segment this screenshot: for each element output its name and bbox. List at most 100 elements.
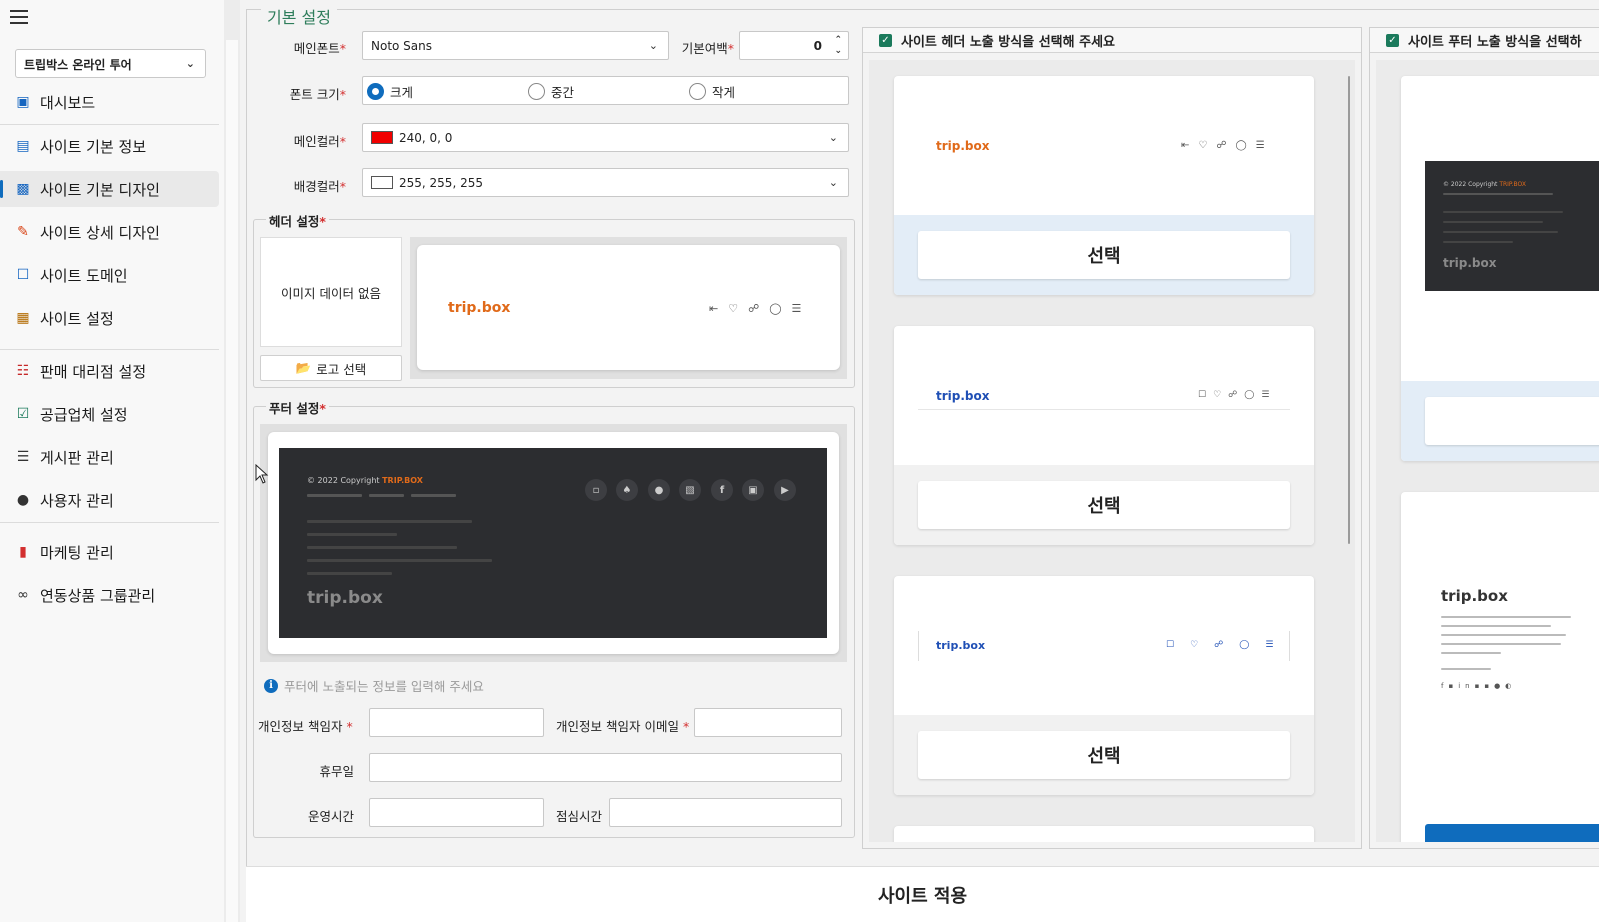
link-icon: ∞ [17, 587, 29, 603]
divider [0, 124, 219, 125]
font-size-radio-group [362, 76, 849, 105]
hamburger-menu-icon[interactable] [10, 10, 28, 24]
footer-option-2[interactable]: trip.box f▪in▪▪●◐ [1401, 492, 1599, 842]
holiday-input[interactable] [369, 753, 842, 782]
talk-icon: ● [648, 479, 670, 501]
radio-label: 작게 [712, 85, 736, 100]
logo-select-button[interactable]: 📂 로고 선택 [260, 355, 402, 381]
panel-header: ✓ 사이트 헤더 노출 방식을 선택해 주세요 [863, 28, 1361, 53]
sidebar-item-site-design[interactable]: ▩ 사이트 기본 디자인 [0, 171, 219, 207]
chevron-down-icon: ⌄ [828, 176, 838, 189]
sidebar-item-dashboard[interactable]: ▣ 대시보드 [0, 84, 219, 120]
privacy-email-label: 개인정보 책임자 이메일 * [556, 719, 690, 734]
site-apply-button[interactable]: 사이트 적용 [246, 866, 1599, 922]
holiday-label: 휴무일 [319, 764, 354, 779]
post-icon: ▧ [679, 479, 701, 501]
menu-icon: ☰ [791, 302, 802, 315]
menu-icon: ☰ [1255, 140, 1265, 151]
footer-preview: © 2022 Copyright TRIP.BOX trip.box ▫ ♠ ●… [260, 424, 847, 662]
brand-logo: trip.box [936, 139, 990, 153]
agency-icon: ☷ [16, 363, 30, 379]
pencil-icon: ✎ [17, 224, 29, 240]
header-option-1[interactable]: trip.box ⇤ ♡ ☍ ◯ ☰ 선택 [894, 76, 1314, 295]
header-icons: ⇤ ♡ ☍ ◯ ☰ [1181, 140, 1265, 151]
list-icon: ☰ [16, 449, 30, 465]
divider [0, 349, 219, 350]
user-icon: ◯ [1244, 390, 1255, 400]
sidebar-scrollbar[interactable] [224, 0, 240, 922]
youtube-icon: ▶ [774, 479, 796, 501]
cart-icon: ☍ [1228, 390, 1238, 400]
sidebar-item-site-settings[interactable]: ▦ 사이트 설정 [0, 300, 219, 336]
sidebar-item-label: 연동상품 그룹관리 [40, 586, 156, 605]
main-font-select[interactable]: Noto Sans ⌄ [362, 31, 669, 60]
font-size-label: 폰트 크기* [289, 87, 346, 102]
main-font-value: Noto Sans [371, 38, 433, 53]
user-icon: ◯ [769, 302, 782, 315]
sidebar-item-supplier[interactable]: ☑ 공급업체 설정 [0, 396, 219, 432]
radio-label: 중간 [551, 85, 575, 100]
mouse-cursor-icon [255, 464, 269, 484]
privacy-email-input[interactable] [694, 708, 842, 737]
spinner-icon[interactable]: ⌃ ⌄ [834, 35, 842, 57]
info-icon: i [264, 678, 278, 693]
header-option-2[interactable]: trip.box ☐ ♡ ☍ ◯ ☰ 선택 [894, 326, 1314, 545]
brand-logo: trip.box [1443, 256, 1497, 270]
divider [0, 522, 219, 523]
chat-icon: ▫ [585, 479, 607, 501]
radio-large[interactable]: 크게 [367, 82, 413, 101]
sidebar-item-detail-design[interactable]: ✎ 사이트 상세 디자인 [0, 214, 219, 250]
margin-input[interactable]: 0 ⌃ ⌄ [739, 31, 849, 60]
lunch-input[interactable] [609, 798, 842, 827]
sidebar-item-label: 공급업체 설정 [40, 405, 128, 424]
hours-label: 운영시간 [307, 809, 354, 824]
header-option-4[interactable] [894, 826, 1314, 842]
menu-icon: ☰ [1261, 390, 1270, 400]
id-card-icon: ▤ [16, 138, 30, 154]
company-select[interactable]: 트립박스 온라인 투어 ⌄ [15, 49, 206, 78]
blog-icon: ♠ [616, 479, 638, 501]
bg-color-label: 배경컬러* [293, 179, 346, 194]
company-select-value: 트립박스 온라인 투어 [24, 58, 132, 72]
sidebar-item-agency[interactable]: ☷ 판매 대리점 설정 [0, 353, 219, 389]
color-swatch [371, 176, 393, 189]
button-label: 로고 선택 [316, 361, 367, 377]
sidebar-item-site-info[interactable]: ▤ 사이트 기본 정보 [0, 128, 219, 164]
sidebar-item-label: 사이트 기본 정보 [40, 137, 147, 156]
radio-selected-icon [367, 83, 384, 100]
bg-color-select[interactable]: 255, 255, 255 ⌄ [362, 168, 849, 197]
domain-search-icon: ☐ [16, 267, 30, 283]
instagram-icon: ▣ [742, 479, 764, 501]
no-image-placeholder: 이미지 데이터 없음 [260, 237, 402, 347]
select-button[interactable]: 선택 [918, 481, 1290, 529]
sidebar-item-marketing[interactable]: ▮ 마케팅 관리 [0, 534, 219, 570]
select-button[interactable] [1425, 397, 1599, 445]
sidebar-item-label: 사이트 상세 디자인 [40, 223, 160, 242]
sidebar-item-domain[interactable]: ☐ 사이트 도메인 [0, 257, 219, 293]
login-icon: ⇤ [709, 302, 719, 315]
hours-input[interactable] [369, 798, 544, 827]
bookmark-icon: ▮ [19, 544, 27, 560]
footer-option-1[interactable]: © 2022 Copyright TRIP.BOX trip.box [1401, 76, 1599, 461]
radio-small[interactable]: 작게 [689, 82, 735, 101]
header-preview-card: trip.box ⇤ ♡ ☍ ◯ ☰ [417, 245, 840, 370]
sidebar-item-linked-products[interactable]: ∞ 연동상품 그룹관리 [0, 577, 219, 613]
cart-icon: ☍ [748, 302, 760, 315]
main-color-select[interactable]: 240, 0, 0 ⌄ [362, 123, 849, 152]
select-button[interactable]: 선택 [918, 731, 1290, 779]
footer-dark-preview: © 2022 Copyright TRIP.BOX trip.box [1425, 161, 1599, 291]
radio-medium[interactable]: 중간 [528, 82, 574, 101]
heart-icon: ♡ [1213, 390, 1222, 400]
facebook-icon: f [711, 479, 733, 501]
sidebar-item-users[interactable]: ● 사용자 관리 [0, 482, 219, 518]
header-option-3[interactable]: trip.box ☐ ♡ ☍ ◯ ☰ 선택 [894, 576, 1314, 795]
checkbox-checked-icon[interactable]: ✓ [1386, 33, 1399, 47]
sidebar-item-board[interactable]: ☰ 게시판 관리 [0, 439, 219, 475]
header-panel-scrollbar[interactable] [1348, 76, 1350, 544]
select-button[interactable] [1425, 824, 1599, 842]
brand-logo: trip.box [936, 389, 990, 403]
checkbox-checked-icon[interactable]: ✓ [879, 33, 892, 47]
select-button[interactable]: 선택 [918, 231, 1290, 279]
privacy-officer-input[interactable] [369, 708, 544, 737]
footer-style-panel: ✓ 사이트 푸터 노출 방식을 선택하 © 2022 Copyright TRIP… [1369, 27, 1599, 849]
